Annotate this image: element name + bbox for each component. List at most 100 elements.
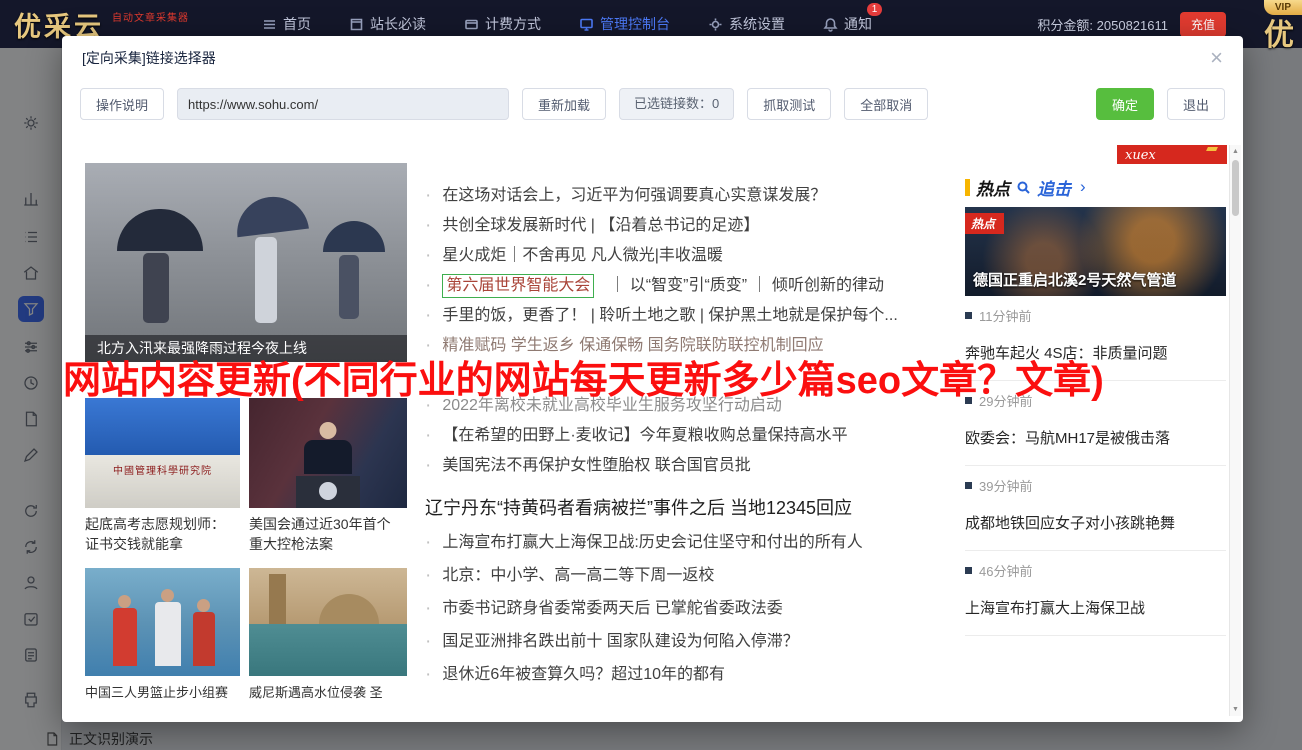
magnifier-icon xyxy=(1016,180,1031,195)
news-link[interactable]: ·手里的饭，更香了！ | 聆听土地之歌 | 保护黑土地就是保护每个... xyxy=(425,301,965,331)
hero-image[interactable]: 北方入汛来最强降雨过程今夜上线 xyxy=(85,163,407,362)
dialog-header: [定向采集]链接选择器 × xyxy=(62,36,1243,80)
accent-bar xyxy=(965,179,970,196)
nav-item-notifications[interactable]: 通知 1 xyxy=(823,14,872,34)
nav-item-home[interactable]: 首页 xyxy=(262,14,311,34)
nav-label: 通知 xyxy=(844,14,872,34)
hot-list-item: 46分钟前 上海宣布打赢大上海保卫战 xyxy=(965,551,1226,636)
gear-icon xyxy=(708,17,723,32)
seal-shape xyxy=(319,482,337,500)
person-shape xyxy=(161,589,174,602)
news-link[interactable]: ·共创全球发展新时代 | 【沿着总书记的足迹】 xyxy=(425,211,965,241)
scroll-down-icon[interactable]: ▼ xyxy=(1230,706,1241,713)
console-icon xyxy=(579,17,594,32)
nav-label: 管理控制台 xyxy=(600,14,670,34)
hot-feature-image[interactable]: 热点 德国正重启北溪2号天然气管道 xyxy=(965,207,1226,296)
nav-item-settings[interactable]: 系统设置 xyxy=(708,14,785,34)
banner-text: xuex xyxy=(1125,148,1156,163)
bullet-icon: · xyxy=(425,421,431,451)
dialog-title: [定向采集]链接选择器 xyxy=(82,48,216,68)
help-button[interactable]: 操作说明 xyxy=(80,88,164,120)
news-caption[interactable]: 威尼斯遇高水位侵袭 圣 xyxy=(249,683,407,703)
chase-label: 追击 xyxy=(1037,175,1071,200)
news-link[interactable]: ·【在希望的田野上·麦收记】今年夏粮收购总量保持高水平 xyxy=(425,421,965,451)
news-link[interactable]: ·美国宪法不再保护女性堕胎权 联合国官员批 xyxy=(425,451,965,481)
scroll-up-icon[interactable]: ▲ xyxy=(1230,148,1241,155)
hot-topics-header[interactable]: 热点 追击 › xyxy=(965,175,1226,199)
nav-label: 计费方式 xyxy=(485,14,541,34)
hot-item-link[interactable]: 欧委会：马航MH17是被俄击落 xyxy=(965,427,1226,448)
news-caption[interactable]: 中国三人男篮止步小组赛 xyxy=(85,683,241,703)
selected-links-count: 已选链接数：0 xyxy=(619,88,734,120)
url-input[interactable] xyxy=(177,88,509,120)
annotation-overlay-text: 网站内容更新(不同行业的网站每天更新多少篇seo文章？文章) xyxy=(63,349,1104,404)
news-link[interactable]: ·国足亚洲排名跌出前十 国家队建设为何陷入停滞？ xyxy=(425,625,965,658)
person-shape xyxy=(113,608,137,666)
selected-link-highlight[interactable]: 第六届世界智能大会 xyxy=(442,274,594,298)
nav-label: 首页 xyxy=(283,14,311,34)
book-icon xyxy=(349,17,364,32)
hot-item-time: 39分钟前 xyxy=(965,476,1226,495)
navbar-right-group: 积分金额: 2050821611 充值 xyxy=(1037,12,1288,37)
news-link[interactable]: 辽宁丹东“持黄码者看病被拦”事件之后 当地12345回应 xyxy=(425,490,965,526)
reload-button[interactable]: 重新加载 xyxy=(522,88,606,120)
square-bullet-icon xyxy=(965,312,972,319)
news-link[interactable]: ·退休近6年被查算久吗？超过10年的都有 xyxy=(425,658,965,691)
main-navigation: 首页 站长必读 计费方式 管理控制台 系统设置 通知 1 xyxy=(262,14,872,34)
promo-banner[interactable]: xuex xyxy=(1117,145,1227,164)
square-bullet-icon xyxy=(965,482,972,489)
nav-item-console[interactable]: 管理控制台 xyxy=(579,14,670,34)
credits-amount: 积分金额: 2050821611 xyxy=(1037,15,1168,34)
recharge-button[interactable]: 充值 xyxy=(1180,12,1226,37)
news-image-speech[interactable] xyxy=(249,398,407,508)
news-image-basketball[interactable] xyxy=(85,568,240,676)
vip-badge: VIP xyxy=(1264,0,1302,15)
person-shape xyxy=(320,422,337,439)
hot-topics-panel: 热点 追击 › 热点 德国正重启北溪2号天然气管道 11分钟前 奔驰车起火 4S… xyxy=(965,175,1226,636)
person-shape xyxy=(197,599,210,612)
hot-item-link[interactable]: 上海宣布打赢大上海保卫战 xyxy=(965,597,1226,618)
close-icon[interactable]: × xyxy=(1210,47,1223,69)
bullet-icon: · xyxy=(425,241,431,271)
cancel-all-button[interactable]: 全部取消 xyxy=(844,88,928,120)
news-image-academy[interactable]: 中國管理科學研究院 xyxy=(85,398,240,508)
news-link-selected[interactable]: ·第六届世界智能大会｜ 以“智变”引“质变” ｜ 倾听创新的律动 xyxy=(425,271,965,301)
app-tagline: 自动文章采集器 xyxy=(112,9,189,24)
nav-item-billing[interactable]: 计费方式 xyxy=(464,14,541,34)
bullet-icon: · xyxy=(425,271,431,301)
hot-list-item: 39分钟前 成都地铁回应女子对小孩跳艳舞 xyxy=(965,466,1226,551)
dome-shape xyxy=(319,594,379,624)
umbrella-shape xyxy=(117,209,203,251)
embedded-webpage: xuex 北方入汛来最强降雨过程今夜上线 中國管理科學研究院 起底高考志愿规划师… xyxy=(80,145,1241,716)
bullet-icon: · xyxy=(425,211,431,241)
nav-item-must-read[interactable]: 站长必读 xyxy=(349,14,426,34)
hot-feature-title: 德国正重启北溪2号天然气管道 xyxy=(973,269,1176,290)
news-link[interactable]: ·星火成炬｜不舍再见 凡人微光|丰收温暖 xyxy=(425,241,965,271)
bullet-icon: · xyxy=(425,181,431,211)
news-link[interactable]: ·在这场对话会上，习近平为何强调要真心实意谋发展？ xyxy=(425,181,965,211)
page-scrollbar[interactable]: ▲ ▼ xyxy=(1229,145,1241,716)
scrollbar-thumb[interactable] xyxy=(1232,160,1239,216)
news-image-venice[interactable] xyxy=(249,568,407,676)
news-caption[interactable]: 美国会通过近30年首个重大控枪法案 xyxy=(249,514,402,554)
person-shape xyxy=(339,255,359,319)
grab-test-button[interactable]: 抓取测试 xyxy=(747,88,831,120)
nav-label: 系统设置 xyxy=(729,14,785,34)
news-caption[interactable]: 起底高考志愿规划师：证书交钱就能拿 xyxy=(85,514,238,554)
bullet-icon: · xyxy=(425,301,431,331)
bullet-icon: · xyxy=(425,451,431,481)
menu-icon xyxy=(262,17,277,32)
news-link[interactable]: ·市委书记跻身省委常委两天后 已掌舵省委政法委 xyxy=(425,592,965,625)
exit-button[interactable]: 退出 xyxy=(1167,88,1225,120)
person-shape xyxy=(143,253,169,323)
umbrella-shape xyxy=(323,221,385,252)
image-label: 中國管理科學研究院 xyxy=(85,462,240,477)
bullet-icon: · xyxy=(425,526,431,559)
confirm-button[interactable]: 确定 xyxy=(1096,88,1154,120)
umbrella-shape xyxy=(233,193,309,238)
billing-icon xyxy=(464,17,479,32)
news-link[interactable]: ·上海宣布打赢大上海保卫战:历史会记住坚守和付出的所有人 xyxy=(425,526,965,559)
hot-item-link[interactable]: 成都地铁回应女子对小孩跳艳舞 xyxy=(965,512,1226,533)
bullet-icon: · xyxy=(425,625,431,658)
news-link[interactable]: ·北京：中小学、高一高二等下周一返校 xyxy=(425,559,965,592)
